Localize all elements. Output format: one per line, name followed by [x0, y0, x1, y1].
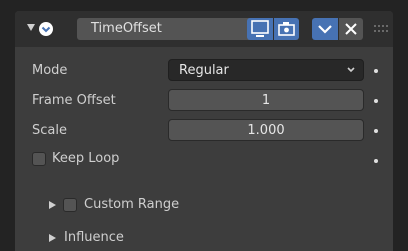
scale-label: Scale: [32, 123, 67, 138]
apply-button[interactable]: [312, 18, 338, 40]
custom-range-label: Custom Range: [84, 197, 180, 212]
keep-loop-label: Keep Loop: [52, 151, 120, 166]
close-icon: [345, 23, 357, 35]
show-in-viewport-toggle[interactable]: [247, 18, 273, 40]
keyframe-dot-icon[interactable]: [374, 159, 378, 163]
modifier-header[interactable]: TimeOffset: [15, 11, 393, 47]
chevron-right-icon[interactable]: [49, 201, 56, 209]
modifier-name-field[interactable]: TimeOffset: [77, 18, 260, 40]
chevron-down-icon: [318, 25, 332, 34]
monitor-icon: [251, 20, 269, 37]
chevron-down-icon[interactable]: [27, 24, 35, 31]
modifier-panel: TimeOffset Mode Regular Frame Offset 1 S…: [15, 11, 393, 251]
keep-loop-checkbox[interactable]: [32, 152, 46, 166]
mode-dropdown[interactable]: Regular: [168, 59, 364, 81]
show-in-render-toggle[interactable]: [274, 18, 299, 40]
delete-button[interactable]: [339, 18, 363, 40]
mode-value: Regular: [179, 63, 229, 78]
mode-label: Mode: [32, 63, 68, 78]
grip-icon[interactable]: [374, 25, 388, 33]
time-offset-icon: [39, 22, 53, 36]
frame-offset-label: Frame Offset: [32, 93, 116, 108]
keyframe-dot-icon[interactable]: [374, 99, 378, 103]
custom-range-checkbox[interactable]: [63, 198, 77, 212]
chevron-right-icon[interactable]: [49, 234, 56, 242]
camera-icon: [278, 22, 295, 36]
influence-label: Influence: [64, 230, 124, 245]
keyframe-dot-icon[interactable]: [374, 69, 378, 73]
chevron-down-icon: [347, 67, 355, 73]
scale-field[interactable]: 1.000: [168, 119, 364, 141]
frame-offset-field[interactable]: 1: [168, 89, 364, 111]
keyframe-dot-icon[interactable]: [374, 129, 378, 133]
